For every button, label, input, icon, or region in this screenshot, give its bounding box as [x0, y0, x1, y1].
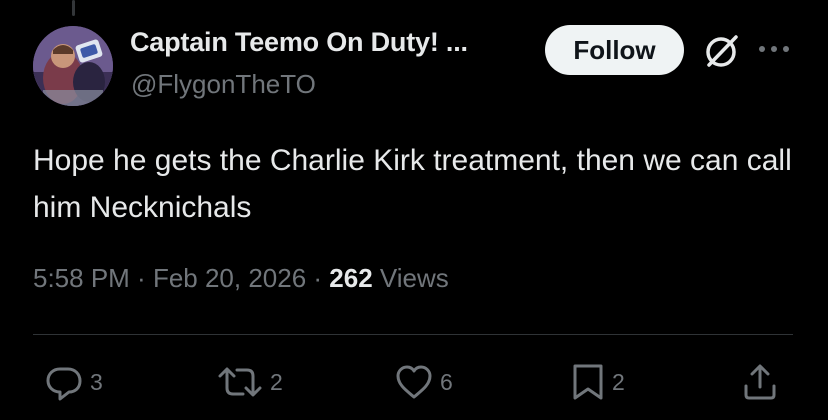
views-count: 262: [329, 263, 373, 293]
meta-separator: ·: [129, 263, 153, 293]
like-icon: [396, 365, 432, 399]
share-button[interactable]: [740, 362, 780, 402]
more-icon[interactable]: [757, 42, 791, 56]
like-button[interactable]: 6: [394, 362, 453, 402]
tweet-text: Hope he gets the Charlie Kirk treatment,…: [33, 144, 792, 224]
follow-button[interactable]: Follow: [545, 25, 684, 75]
meta-separator: ·: [306, 263, 330, 293]
bookmark-icon: [573, 364, 603, 400]
tweet-time[interactable]: 5:58 PM: [33, 263, 130, 293]
reply-icon: [46, 367, 82, 401]
retweet-count: 2: [270, 368, 283, 395]
divider: [33, 334, 793, 335]
tweet-date[interactable]: Feb 20, 2026: [153, 263, 306, 293]
avatar-image: [33, 26, 113, 106]
author-display-name[interactable]: Captain Teemo On Duty! ...: [130, 27, 468, 58]
thread-connector-line: [72, 0, 75, 16]
grok-icon[interactable]: [701, 30, 743, 72]
views-label: Views: [372, 263, 449, 293]
author-handle[interactable]: @FlygonTheTO: [131, 69, 316, 100]
retweet-icon: [218, 367, 262, 397]
bookmark-button[interactable]: 2: [570, 362, 625, 402]
avatar[interactable]: [33, 26, 113, 106]
reply-count: 3: [90, 368, 103, 395]
like-count: 6: [440, 368, 453, 395]
share-icon: [744, 364, 776, 400]
retweet-button[interactable]: 2: [216, 362, 283, 402]
tweet-meta: 5:58 PM · Feb 20, 2026 · 262 Views: [33, 263, 449, 294]
bookmark-count: 2: [612, 368, 625, 395]
reply-button[interactable]: 3: [44, 362, 103, 402]
